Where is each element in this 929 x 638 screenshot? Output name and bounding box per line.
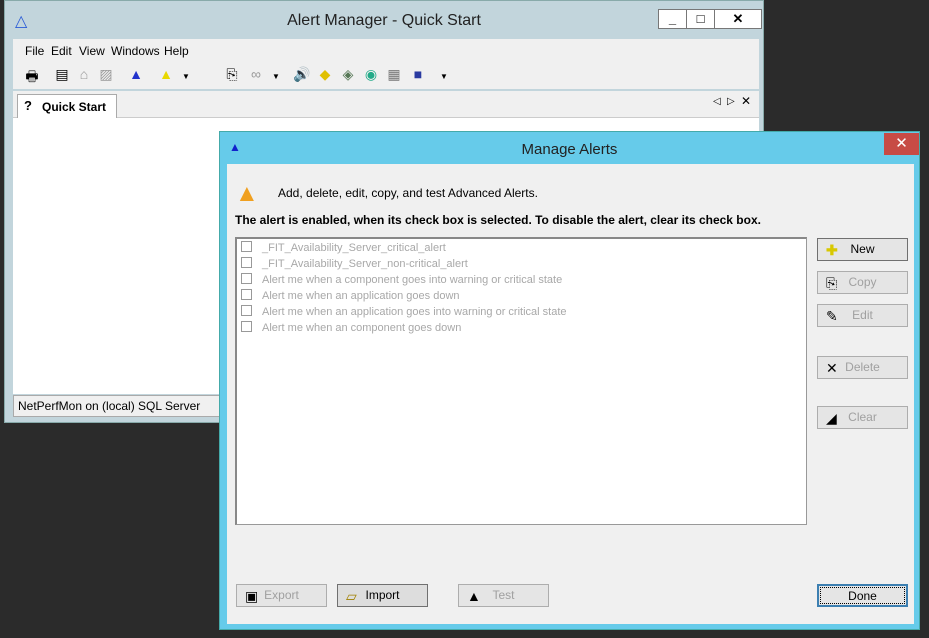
help-icon: ? (24, 98, 32, 113)
alert-label: _FIT_Availability_Server_critical_alert (262, 242, 446, 254)
dialog-body: ▲ Add, delete, edit, copy, and test Adva… (227, 164, 914, 624)
delete-button[interactable]: ✕ Delete (817, 356, 908, 379)
open-icon[interactable]: ⌂ (75, 66, 93, 82)
network-device-icon[interactable]: ◈ (339, 66, 357, 83)
film-icon[interactable]: ▦ (385, 66, 403, 83)
alert-item[interactable]: Alert me when an application goes down (239, 289, 460, 305)
scroll-right-icon[interactable]: ▷ (727, 96, 735, 107)
maximize-button[interactable]: □ (686, 9, 715, 29)
close-button[interactable]: ✕ (714, 9, 762, 29)
scroll-left-icon[interactable]: ◁ (713, 96, 721, 107)
menu-edit[interactable]: Edit (51, 44, 72, 58)
delete-x-icon: ✕ (826, 360, 838, 376)
instruction: The alert is enabled, when its check box… (235, 213, 761, 227)
window-title: Alert Manager - Quick Start (287, 12, 481, 29)
alert-checkbox[interactable] (241, 241, 252, 252)
alert-label: Alert me when an component goes down (262, 322, 462, 334)
globe-icon[interactable]: ◉ (362, 66, 380, 83)
alert-label: Alert me when an application goes down (262, 290, 460, 302)
copy-button[interactable]: ⎘ Copy (817, 271, 908, 294)
new-button[interactable]: ✚ New (817, 238, 908, 261)
alert-item[interactable]: _FIT_Availability_Server_non-critical_al… (239, 257, 468, 273)
dropdown-icon[interactable]: ▼ (267, 72, 285, 81)
tab-label: Quick Start (42, 100, 107, 114)
binoculars-icon[interactable]: ∞ (247, 66, 265, 82)
edit-button[interactable]: ✎ Edit (817, 304, 908, 327)
alert-checkbox[interactable] (241, 321, 252, 332)
menu-bar: File Edit View Windows Help 🖶 ▤ ⌂ ▨ ▲ ▲ … (13, 39, 759, 89)
clear-button[interactable]: ◢ Clear (817, 406, 908, 429)
dialog-title-bar: ▲ Manage Alerts ✕ (220, 132, 919, 164)
test-button[interactable]: ▲ Test (458, 584, 549, 607)
alert-checkbox[interactable] (241, 257, 252, 268)
tab-bar: ? Quick Start ◁ ▷ ✕ (13, 91, 759, 118)
terminal-icon[interactable]: ■ (409, 66, 427, 82)
dropdown-icon[interactable]: ▼ (435, 72, 453, 81)
alert-item[interactable]: Alert me when an application goes into w… (239, 305, 567, 321)
minimize-button[interactable]: _ (658, 9, 687, 29)
alert-checkbox[interactable] (241, 305, 252, 316)
import-button[interactable]: ▱ Import (337, 584, 428, 607)
alert-label: Alert me when an application goes into w… (262, 306, 567, 318)
dropdown-icon[interactable]: ▼ (177, 72, 195, 81)
title-bar: △ Alert Manager - Quick Start _ □ ✕ (5, 1, 763, 39)
menu-help[interactable]: Help (164, 44, 189, 58)
description: Add, delete, edit, copy, and test Advanc… (278, 186, 538, 200)
copy-icon[interactable]: ⎘ (223, 66, 241, 83)
eraser-icon: ◢ (826, 410, 837, 426)
properties-icon[interactable]: ▤ (53, 66, 71, 83)
edit-icon: ✎ (826, 308, 838, 324)
alert-checkbox[interactable] (241, 289, 252, 300)
close-tab-icon[interactable]: ✕ (741, 94, 751, 108)
manage-alerts-dialog: ▲ Manage Alerts ✕ ▲ Add, delete, edit, c… (219, 131, 920, 630)
menu-windows[interactable]: Windows (111, 44, 160, 58)
menu-view[interactable]: View (79, 44, 105, 58)
road-sign-icon[interactable]: ◆ (316, 66, 334, 83)
plus-icon: ✚ (826, 242, 838, 258)
tab-quick-start[interactable]: ? Quick Start (17, 94, 117, 118)
alert-label: _FIT_Availability_Server_non-critical_al… (262, 258, 468, 270)
test-bell-icon: ▲ (467, 588, 481, 604)
save-icon: ▣ (245, 588, 259, 604)
alert-item[interactable]: Alert me when a component goes into warn… (239, 273, 562, 289)
alert-item[interactable]: Alert me when an component goes down (239, 321, 461, 337)
alert-info-icon: ▲ (235, 180, 259, 207)
alerts-list[interactable]: _FIT_Availability_Server_critical_alert … (235, 237, 807, 525)
done-button[interactable]: Done (817, 584, 908, 607)
dialog-title: Manage Alerts (521, 141, 618, 158)
alert-checkbox[interactable] (241, 273, 252, 284)
menu-file[interactable]: File (25, 44, 44, 58)
folder-icon: ▱ (346, 588, 357, 604)
alert-blue-icon[interactable]: ▲ (127, 66, 145, 82)
alert-item[interactable]: _FIT_Availability_Server_critical_alert (239, 241, 446, 257)
export-button[interactable]: ▣ Export (236, 584, 327, 607)
print-icon[interactable]: 🖶 (23, 66, 41, 90)
speaker-icon[interactable]: 🔊 (293, 66, 311, 83)
alert-yellow-icon[interactable]: ▲ (157, 66, 175, 82)
close-button[interactable]: ✕ (884, 133, 919, 155)
document-icon[interactable]: ▨ (97, 66, 115, 83)
alert-label: Alert me when a component goes into warn… (262, 274, 563, 286)
copy-icon: ⎘ (826, 275, 838, 291)
